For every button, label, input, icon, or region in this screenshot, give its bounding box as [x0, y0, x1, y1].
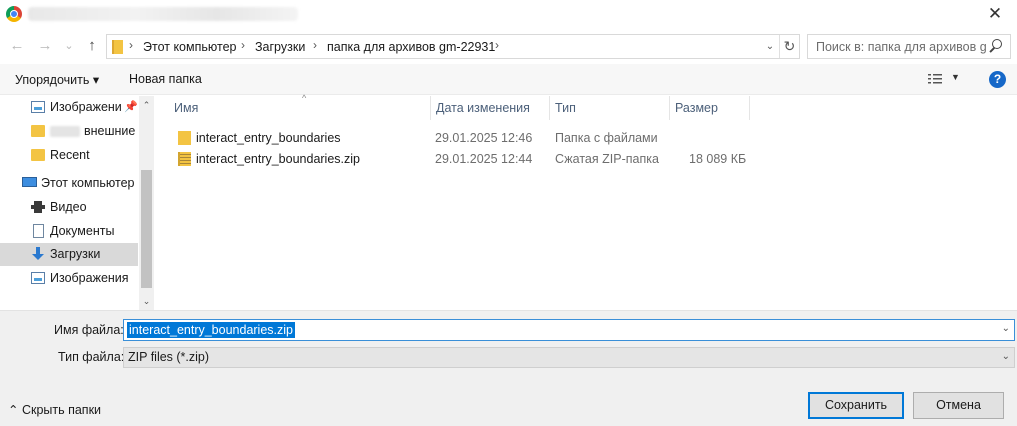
column-header-label: Имя — [174, 101, 199, 115]
navigation-pane: Изображени 📌 внешние Recent Этот компьют… — [0, 96, 154, 310]
refresh-icon[interactable]: ↻ — [779, 35, 799, 58]
sidebar-item-recent[interactable]: Recent — [0, 144, 138, 167]
filetype-dropdown-icon[interactable]: ⌄ — [1002, 351, 1010, 362]
breadcrumb-separator[interactable]: › — [495, 38, 499, 52]
hide-folders-toggle[interactable]: ⌃ Скрыть папки — [8, 402, 101, 417]
view-dropdown-icon[interactable]: ▼ — [951, 72, 960, 82]
sidebar-item-label: Изображени — [50, 100, 122, 114]
search-placeholder: Поиск в: папка для архивов gm-22931 — [816, 40, 986, 54]
breadcrumb-separator[interactable]: › — [313, 38, 317, 52]
sidebar-item-label: Recent — [50, 148, 90, 162]
downloads-icon — [32, 247, 44, 261]
title-bar: ✕ — [0, 0, 1017, 30]
sidebar-scrollbar[interactable]: ⌃ ⌄ — [139, 96, 154, 310]
file-row[interactable]: interact_entry_boundaries.zip 29.01.2025… — [168, 149, 758, 170]
filetype-label: Тип файла: — [58, 350, 125, 364]
column-divider[interactable] — [749, 96, 750, 120]
folder-icon — [112, 40, 123, 54]
documents-icon — [33, 224, 44, 238]
folder-icon — [178, 131, 191, 145]
filename-label: Имя файла: — [54, 323, 124, 337]
filename-value: interact_entry_boundaries.zip — [127, 322, 295, 338]
sidebar-item-label: Видео — [50, 200, 87, 214]
filetype-value: ZIP files (*.zip) — [128, 350, 210, 364]
sidebar-item-pictures-pinned[interactable]: Изображени 📌 — [0, 96, 138, 119]
filename-input[interactable]: interact_entry_boundaries.zip ⌄ — [123, 319, 1015, 341]
folder-icon — [31, 125, 45, 137]
close-icon[interactable]: ✕ — [983, 3, 1007, 25]
sidebar-item-downloads[interactable]: Загрузки — [0, 243, 138, 266]
file-size: 18 089 КБ — [689, 152, 747, 166]
breadcrumb-separator[interactable]: › — [241, 38, 245, 52]
pictures-icon — [31, 101, 45, 113]
sidebar-item-label: Документы — [50, 224, 115, 238]
column-header-name[interactable]: Имя ^ — [168, 93, 430, 120]
save-button[interactable]: Сохранить — [808, 392, 904, 419]
pin-icon: 📌 — [124, 101, 138, 113]
help-icon[interactable]: ? — [989, 71, 1006, 88]
save-dialog-footer: Имя файла: interact_entry_boundaries.zip… — [0, 310, 1017, 426]
new-folder-button[interactable]: Новая папка — [129, 72, 202, 86]
search-input[interactable]: Поиск в: папка для архивов gm-22931 — [807, 34, 1011, 59]
file-date: 29.01.2025 12:46 — [435, 131, 533, 145]
address-bar[interactable]: › Этот компьютер › Загрузки › папка для … — [106, 34, 800, 59]
window-title-redacted — [28, 7, 298, 21]
sidebar-item-label: Этот компьютер — [41, 176, 135, 190]
scrollbar-thumb[interactable] — [141, 170, 152, 288]
breadcrumb-separator[interactable]: › — [129, 38, 133, 52]
file-date: 29.01.2025 12:44 — [435, 152, 533, 166]
file-type: Папка с файлами — [555, 131, 658, 145]
scroll-up-icon[interactable]: ⌃ — [139, 98, 154, 112]
sort-ascending-icon: ^ — [302, 93, 307, 103]
file-name: interact_entry_boundaries — [196, 131, 341, 145]
breadcrumb-current-folder[interactable]: папка для архивов gm-22931 — [327, 40, 495, 54]
search-icon — [988, 39, 1002, 53]
sidebar-item-label: Изображения — [50, 271, 129, 285]
sidebar-item-video[interactable]: Видео — [0, 196, 138, 219]
navigation-bar: ← → ⌄ ↑ › Этот компьютер › Загрузки › па… — [0, 32, 1017, 60]
column-header-date[interactable]: Дата изменения — [430, 96, 550, 120]
up-arrow-icon[interactable]: ↑ — [83, 35, 101, 57]
sidebar-item-documents[interactable]: Документы — [0, 220, 138, 243]
recent-locations-chevron-icon[interactable]: ⌄ — [60, 35, 78, 57]
forward-arrow-icon[interactable]: → — [36, 35, 54, 57]
sidebar-item-pictures[interactable]: Изображения — [0, 267, 138, 290]
file-list: Имя ^ Дата изменения Тип Размер interact… — [160, 93, 1017, 310]
breadcrumb-downloads[interactable]: Загрузки — [255, 40, 305, 54]
sidebar-item-this-pc[interactable]: Этот компьютер — [0, 172, 138, 195]
computer-icon — [22, 177, 37, 187]
file-name: interact_entry_boundaries.zip — [196, 152, 360, 166]
pictures-icon — [31, 272, 45, 284]
cancel-button[interactable]: Отмена — [913, 392, 1004, 419]
breadcrumb-this-pc[interactable]: Этот компьютер — [143, 40, 236, 54]
sidebar-item-label: Загрузки — [50, 247, 101, 261]
command-toolbar: Упорядочить ▾ Новая папка ▼ ? — [0, 64, 1017, 95]
zip-folder-icon — [178, 152, 191, 166]
video-icon — [31, 201, 45, 213]
organize-menu-button[interactable]: Упорядочить ▾ — [15, 72, 99, 87]
folder-icon — [31, 149, 45, 161]
file-type: Сжатая ZIP-папка — [555, 152, 659, 166]
back-arrow-icon[interactable]: ← — [8, 35, 26, 57]
column-header-type[interactable]: Тип — [549, 96, 669, 120]
chrome-icon — [6, 6, 22, 22]
file-row[interactable]: interact_entry_boundaries 29.01.2025 12:… — [168, 128, 758, 149]
column-header-size[interactable]: Размер — [669, 96, 749, 120]
redacted-text — [50, 126, 80, 137]
sidebar-item-label: внешние — [84, 124, 136, 138]
address-dropdown-icon[interactable]: ⌄ — [763, 39, 777, 55]
sidebar-item-external[interactable]: внешние — [0, 120, 138, 143]
view-options-icon[interactable] — [928, 74, 942, 85]
filetype-select[interactable]: ZIP files (*.zip) ⌄ — [123, 347, 1015, 368]
scroll-down-icon[interactable]: ⌄ — [139, 294, 154, 308]
filename-dropdown-icon[interactable]: ⌄ — [1002, 323, 1010, 334]
